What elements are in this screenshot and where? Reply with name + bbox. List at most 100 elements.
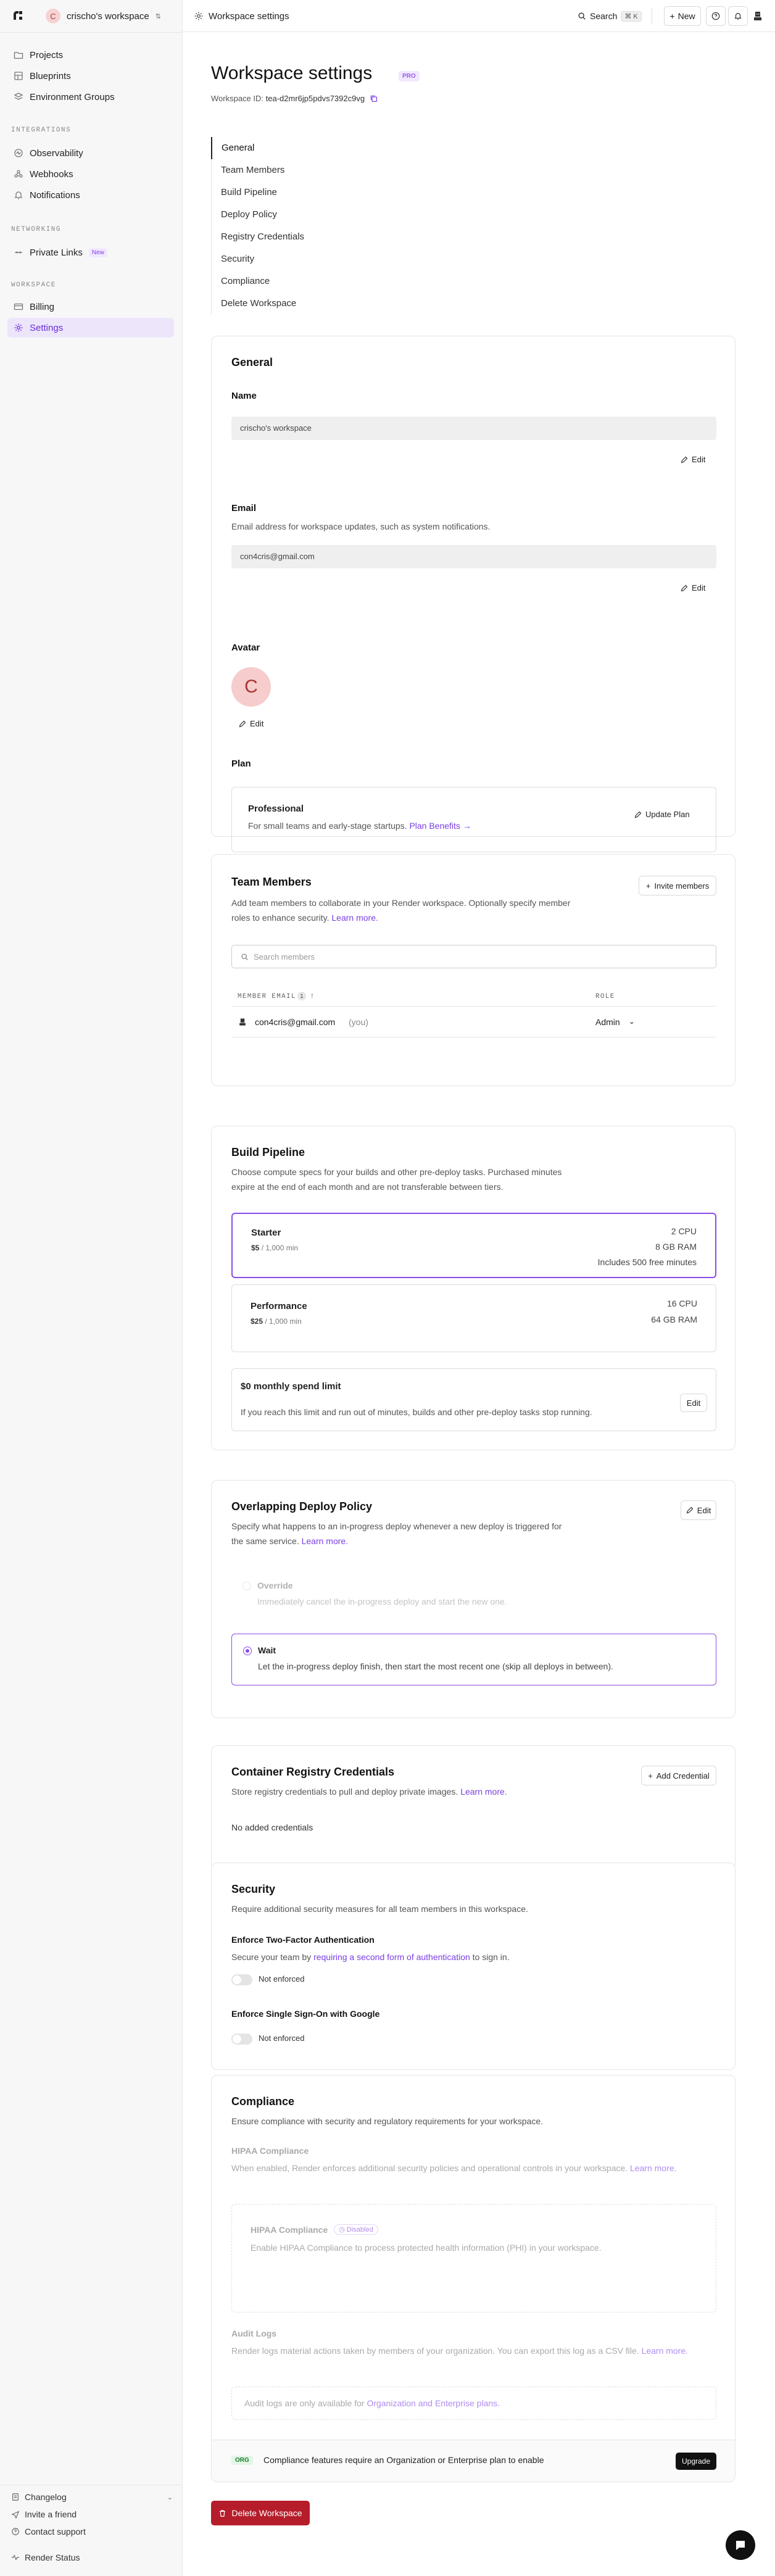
chat-button[interactable] bbox=[726, 2530, 755, 2560]
toc-build-pipeline[interactable]: Build Pipeline bbox=[212, 181, 334, 204]
sso-toggle[interactable] bbox=[231, 2034, 252, 2045]
team-learn-more-link[interactable]: Learn more. bbox=[331, 913, 378, 923]
tier-free: Includes 500 free minutes bbox=[597, 1257, 697, 1267]
registry-desc-text: Store registry credentials to pull and d… bbox=[231, 1787, 458, 1797]
tfa-toggle[interactable] bbox=[231, 1974, 252, 1985]
toc-registry-credentials[interactable]: Registry Credentials bbox=[212, 226, 334, 248]
send-icon bbox=[11, 2511, 20, 2519]
compliance-title: Compliance bbox=[231, 2095, 295, 2108]
override-option[interactable]: Override Immediately cancel the in-progr… bbox=[231, 1576, 716, 1625]
edit-email-button[interactable]: Edit bbox=[681, 583, 705, 592]
sidebar-item-webhooks[interactable]: Webhooks bbox=[7, 164, 174, 184]
hipaa-box-description: Enable HIPAA Compliance to process prote… bbox=[251, 2243, 602, 2253]
edit-name-button[interactable]: Edit bbox=[681, 455, 705, 464]
toc-deploy-policy[interactable]: Deploy Policy bbox=[212, 204, 334, 226]
search-members-input[interactable]: Search members bbox=[231, 945, 716, 968]
hipaa-learn-more-link[interactable]: Learn more. bbox=[630, 2163, 676, 2173]
wait-description: Let the in-progress deploy finish, then … bbox=[258, 1661, 613, 1671]
workspace-switcher[interactable]: C crischo's workspace ⇅ bbox=[46, 7, 161, 25]
override-radio[interactable] bbox=[242, 1582, 251, 1590]
workspace-avatar: C bbox=[46, 9, 60, 23]
edit-avatar-button[interactable]: Edit bbox=[239, 719, 263, 728]
sidebar-item-observability[interactable]: Observability bbox=[7, 143, 174, 163]
toc-compliance[interactable]: Compliance bbox=[212, 270, 334, 293]
avatar-label: Avatar bbox=[231, 642, 260, 653]
sidebar-item-settings[interactable]: Settings bbox=[7, 318, 174, 338]
delete-workspace-button[interactable]: Delete Workspace bbox=[211, 2501, 310, 2525]
render-status-link[interactable]: Render Status bbox=[11, 2553, 80, 2562]
sidebar-item-label: Private Links bbox=[30, 247, 83, 258]
plus-icon: + bbox=[669, 11, 675, 21]
edit-deploy-policy-button[interactable]: Edit bbox=[681, 1500, 716, 1520]
search-icon bbox=[578, 12, 586, 20]
toc-team-members[interactable]: Team Members bbox=[212, 159, 334, 181]
add-credential-button[interactable]: + Add Credential bbox=[641, 1766, 716, 1785]
registry-learn-more-link[interactable]: Learn more. bbox=[460, 1787, 507, 1797]
wait-option[interactable]: Wait Let the in-progress deploy finish, … bbox=[231, 1634, 716, 1685]
sidebar-item-notifications[interactable]: Notifications bbox=[7, 185, 174, 205]
toc-delete-workspace[interactable]: Delete Workspace bbox=[212, 293, 334, 315]
changelog-link[interactable]: Changelog ⌄ bbox=[11, 2492, 173, 2502]
team-desc-text: Add team members to collaborate in your … bbox=[231, 898, 571, 923]
sidebar-item-label: Billing bbox=[30, 301, 55, 312]
contact-support-link[interactable]: Contact support bbox=[11, 2527, 86, 2537]
toc-general[interactable]: General bbox=[211, 137, 334, 159]
page-title: Workspace settings bbox=[211, 63, 373, 83]
sidebar-item-projects[interactable]: Projects bbox=[7, 45, 174, 65]
sidebar-item-billing[interactable]: Billing bbox=[7, 297, 174, 317]
audit-desc-text: Render logs material actions taken by me… bbox=[231, 2346, 639, 2356]
document-icon bbox=[12, 2493, 19, 2501]
disabled-badge: ◷ Disabled bbox=[334, 2224, 378, 2235]
search-placeholder: Search members bbox=[254, 952, 315, 962]
tier-ram: 64 GB RAM bbox=[651, 1315, 697, 1324]
deploy-learn-more-link[interactable]: Learn more. bbox=[302, 1536, 348, 1546]
pencil-icon bbox=[634, 811, 642, 818]
tfa-desc-pre: Secure your team by bbox=[231, 1952, 312, 1962]
gear-icon bbox=[194, 12, 203, 20]
compliance-card: Compliance Ensure compliance with securi… bbox=[211, 2075, 736, 2482]
sidebar-item-label: Webhooks bbox=[30, 168, 73, 180]
update-plan-button[interactable]: Update Plan bbox=[634, 810, 690, 819]
upgrade-button[interactable]: Upgrade bbox=[676, 2453, 716, 2470]
tier-price-unit: / 1,000 min bbox=[265, 1317, 302, 1326]
render-logo-icon[interactable] bbox=[11, 9, 25, 22]
wait-title: Wait bbox=[258, 1645, 276, 1655]
help-button[interactable] bbox=[706, 6, 726, 26]
plan-description: For small teams and early-stage startups… bbox=[248, 821, 471, 831]
user-avatar[interactable] bbox=[750, 9, 765, 23]
invite-members-button[interactable]: + Invite members bbox=[639, 876, 716, 895]
registry-credentials-card: Container Registry Credentials Store reg… bbox=[211, 1745, 736, 1870]
tfa-link[interactable]: requiring a second form of authenticatio… bbox=[313, 1952, 470, 1962]
workspace-avatar-large: C bbox=[231, 667, 271, 707]
plan-label: Plan bbox=[231, 758, 251, 769]
plan-benefits-link[interactable]: Plan Benefits → bbox=[409, 821, 471, 831]
email-field: con4cris@gmail.com bbox=[231, 545, 716, 568]
sidebar-item-blueprints[interactable]: Blueprints bbox=[7, 66, 174, 86]
search-button[interactable]: Search ⌘ K bbox=[578, 7, 642, 25]
deploy-policy-card: Overlapping Deploy Policy Specify what h… bbox=[211, 1480, 736, 1718]
chevron-down-icon: ⌄ bbox=[628, 1017, 635, 1026]
invite-members-label: Invite members bbox=[654, 881, 710, 891]
audit-box: Audit logs are only available for Organi… bbox=[231, 2387, 716, 2420]
sidebar-item-label: Observability bbox=[30, 147, 83, 159]
new-button[interactable]: + New bbox=[664, 6, 701, 26]
role-select[interactable]: Admin ⌄ bbox=[595, 1017, 635, 1027]
email-label: Email bbox=[231, 503, 257, 513]
copy-icon[interactable] bbox=[370, 94, 378, 102]
tier-starter[interactable]: Starter $5 / 1,000 min 2 CPU 8 GB RAM In… bbox=[231, 1213, 716, 1278]
sort-arrow-icon[interactable]: ↑ bbox=[310, 991, 314, 1000]
audit-plans-link[interactable]: Organization and Enterprise plans. bbox=[367, 2398, 500, 2408]
security-card: Security Require additional security mea… bbox=[211, 1863, 736, 2070]
build-description: Choose compute specs for your builds and… bbox=[231, 1167, 562, 1192]
notifications-button[interactable] bbox=[728, 6, 748, 26]
delete-workspace-label: Delete Workspace bbox=[231, 2508, 302, 2518]
audit-learn-more-link[interactable]: Learn more. bbox=[642, 2346, 688, 2356]
sidebar-item-private-links[interactable]: Private Links New bbox=[7, 243, 174, 262]
toc-security[interactable]: Security bbox=[212, 248, 334, 270]
blueprint-icon bbox=[14, 72, 23, 80]
sidebar-item-environment-groups[interactable]: Environment Groups bbox=[7, 87, 174, 107]
invite-friend-link[interactable]: Invite a friend bbox=[11, 2509, 77, 2519]
tier-performance[interactable]: Performance $25 / 1,000 min 16 CPU 64 GB… bbox=[231, 1284, 716, 1352]
edit-spend-limit-button[interactable]: Edit bbox=[680, 1394, 707, 1412]
wait-radio[interactable] bbox=[243, 1647, 252, 1655]
